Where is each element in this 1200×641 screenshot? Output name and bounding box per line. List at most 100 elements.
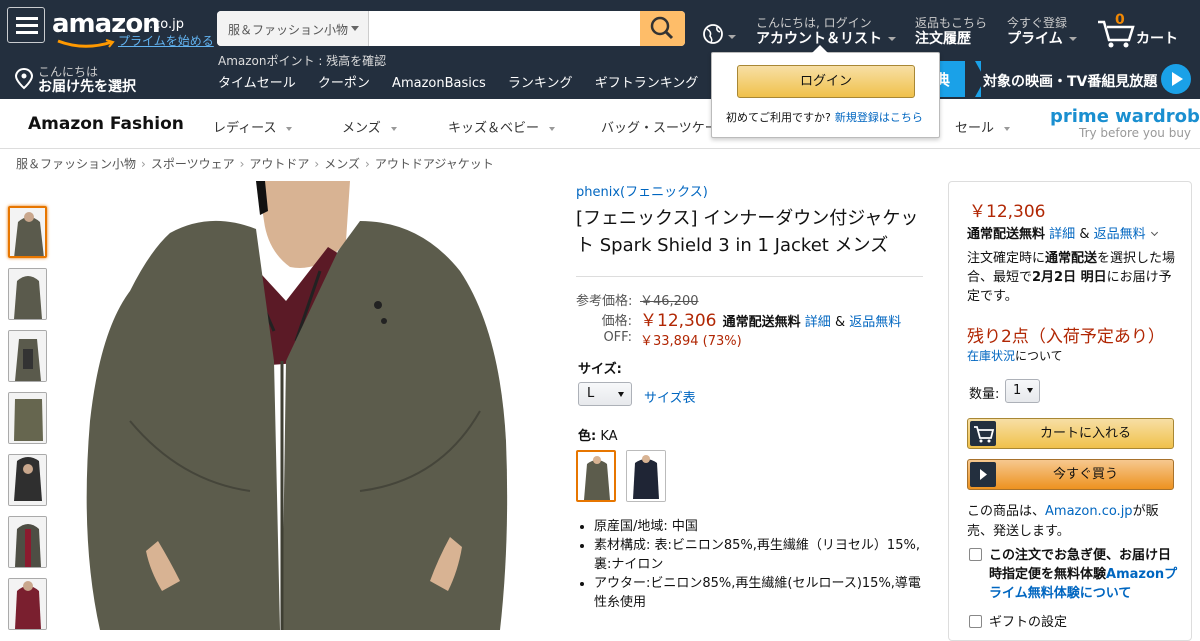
color-row: 色: KA bbox=[578, 425, 618, 444]
breadcrumb-item[interactable]: 服＆ファッション小物 bbox=[16, 157, 136, 171]
breadcrumb-item[interactable]: アウトドアジャケット bbox=[375, 157, 494, 171]
search-category-dropdown[interactable]: 服＆ファッション小物 bbox=[217, 11, 369, 46]
search-input[interactable] bbox=[370, 11, 640, 46]
top-header: amazon .co.jp プライムを始める 服＆ファッション小物 こんにちは, bbox=[0, 0, 1200, 56]
prime-trial-checkbox[interactable] bbox=[969, 548, 982, 561]
color-swatch-khaki[interactable] bbox=[576, 450, 616, 502]
prime-menu[interactable]: プライム bbox=[1007, 28, 1077, 48]
cart-button[interactable]: 0 カート bbox=[1096, 12, 1196, 48]
nav-link-timesale[interactable]: タイムセール bbox=[218, 72, 296, 91]
add-to-cart-label: カートに入れる bbox=[1039, 426, 1131, 441]
add-to-cart-button[interactable]: カートに入れる bbox=[967, 418, 1174, 449]
nav-link-coupon[interactable]: クーポン bbox=[318, 72, 370, 91]
location-pin-icon bbox=[14, 68, 34, 90]
points-balance[interactable]: Amazonポイント : 残高を確認 bbox=[218, 52, 386, 69]
delivery-method: 通常配送 bbox=[1045, 251, 1098, 266]
gift-checkbox[interactable] bbox=[969, 615, 982, 628]
nav-link-ranking[interactable]: ランキング bbox=[508, 72, 573, 91]
ref-price-label: 参考価格: bbox=[576, 294, 633, 309]
fashion-nav-label: メンズ bbox=[342, 121, 381, 136]
chevron-down-icon[interactable] bbox=[1150, 228, 1158, 237]
jacket-thumbnail-image bbox=[9, 269, 46, 319]
cart-icon bbox=[970, 421, 996, 446]
logo-smile-icon bbox=[57, 39, 115, 48]
jacket-swatch-image bbox=[578, 452, 614, 500]
fashion-nav-kids[interactable]: キッズ＆ベビー bbox=[448, 117, 556, 136]
seller-link[interactable]: Amazon.co.jp bbox=[1045, 504, 1133, 519]
chevron-right-icon: › bbox=[141, 157, 146, 171]
size-dropdown[interactable]: L bbox=[578, 382, 632, 406]
fashion-nav-label: レディース bbox=[213, 121, 277, 136]
fashion-nav-label: バッグ・スーツケー bbox=[601, 121, 718, 136]
buybox-amp: & bbox=[1079, 227, 1090, 242]
thumbnail-4[interactable] bbox=[8, 392, 47, 444]
login-flyout: ログイン 初めてご利用ですか? 新規登録はこちら bbox=[711, 45, 940, 138]
nav-link-gift-ranking[interactable]: ギフトランキング bbox=[595, 72, 699, 91]
color-value: KA bbox=[600, 429, 618, 444]
size-chart-link[interactable]: サイズ表 bbox=[644, 387, 696, 406]
brand-link[interactable]: phenix(フェニックス) bbox=[576, 181, 926, 200]
fashion-nav: Amazon Fashion レディース メンズ キッズ＆ベビー バッグ・スーツ… bbox=[0, 99, 1200, 149]
jacket-thumbnail-image bbox=[9, 393, 46, 443]
amazon-logo[interactable]: amazon .co.jp プライムを始める bbox=[52, 9, 214, 49]
color-swatch-navy[interactable] bbox=[626, 450, 666, 502]
thumbnail-1[interactable] bbox=[8, 206, 47, 258]
jacket-thumbnail-image bbox=[9, 455, 46, 505]
buybox-shipping-free: 通常配送無料 bbox=[967, 227, 1046, 242]
nav-link-amazonbasics[interactable]: AmazonBasics bbox=[392, 76, 486, 91]
delivery-date: 2月2日 明日 bbox=[1032, 270, 1107, 285]
chevron-down-icon bbox=[888, 37, 896, 41]
cart-label: カート bbox=[1136, 31, 1178, 47]
orders-link[interactable]: 注文履歴 bbox=[915, 28, 971, 48]
register-link[interactable]: 新規登録はこちら bbox=[835, 111, 923, 124]
details-link[interactable]: 詳細 bbox=[805, 315, 831, 330]
thumbnail-7[interactable] bbox=[8, 578, 47, 630]
quantity-label: 数量: bbox=[969, 387, 1000, 402]
fashion-title[interactable]: Amazon Fashion bbox=[28, 114, 184, 134]
login-button[interactable]: ログイン bbox=[737, 65, 915, 98]
quantity-dropdown[interactable]: 1 bbox=[1005, 379, 1040, 403]
price: ￥12,306 bbox=[640, 311, 717, 331]
thumbnail-6[interactable] bbox=[8, 516, 47, 568]
deliver-to[interactable]: こんにちは お届け先を選択 bbox=[14, 63, 194, 95]
chevron-down-icon bbox=[1068, 37, 1077, 41]
feature-bullet: 素材構成: 表:ビニロン85%,再生繊維（リヨセル）15%, 裏:ナイロン bbox=[594, 536, 924, 574]
thumbnail-3[interactable] bbox=[8, 330, 47, 382]
search-button[interactable] bbox=[640, 11, 685, 46]
fashion-nav-bags[interactable]: バッグ・スーツケー bbox=[601, 117, 718, 136]
deliver-line2: お届け先を選択 bbox=[38, 79, 136, 95]
fashion-nav-sale[interactable]: セール bbox=[955, 117, 1011, 136]
stock-info-suffix: について bbox=[1015, 349, 1063, 363]
menu-icon[interactable] bbox=[7, 7, 45, 43]
play-icon bbox=[970, 462, 996, 487]
buy-now-button[interactable]: 今すぐ買う bbox=[967, 459, 1174, 490]
search-icon bbox=[650, 16, 674, 40]
buy-box: ￥12,306 通常配送無料 詳細 & 返品無料 注文確定時に通常配送を選択した… bbox=[948, 181, 1192, 641]
chevron-down-icon bbox=[390, 126, 397, 131]
jacket-thumbnail-image bbox=[9, 331, 46, 381]
returns-link[interactable]: 返品無料 bbox=[849, 315, 901, 330]
fashion-nav-label: セール bbox=[955, 121, 995, 136]
color-label: 色: bbox=[578, 429, 597, 444]
language-selector[interactable] bbox=[702, 22, 742, 48]
gift-label: ギフトの設定 bbox=[989, 615, 1068, 630]
price-row: ￥12,306 通常配送無料 詳細 & 返品無料 bbox=[640, 306, 901, 331]
breadcrumb-item[interactable]: アウトドア bbox=[249, 157, 309, 171]
buybox-delivery-info: 注文確定時に通常配送を選択した場合、最短で2月2日 明日にお届け予定です。 bbox=[967, 249, 1179, 306]
start-prime-link[interactable]: プライムを始める bbox=[118, 32, 214, 49]
divider bbox=[576, 276, 923, 277]
fashion-nav-ladies[interactable]: レディース bbox=[213, 117, 293, 136]
main-product-image[interactable] bbox=[60, 181, 540, 630]
buybox-details-link[interactable]: 詳細 bbox=[1049, 227, 1075, 242]
prime-video-banner[interactable]: 典 対象の映画・TV番組見放題 bbox=[925, 61, 1200, 97]
thumbnail-2[interactable] bbox=[8, 268, 47, 320]
size-value: L bbox=[587, 386, 595, 401]
buybox-returns-link[interactable]: 返品無料 bbox=[1094, 227, 1146, 242]
fashion-nav-mens[interactable]: メンズ bbox=[342, 117, 397, 136]
breadcrumb-item[interactable]: スポーツウェア bbox=[151, 157, 235, 171]
stock-status-link[interactable]: 在庫状況 bbox=[967, 349, 1015, 363]
breadcrumb-item[interactable]: メンズ bbox=[324, 157, 360, 171]
globe-icon bbox=[703, 24, 736, 44]
size-label: サイズ: bbox=[578, 362, 622, 377]
thumbnail-5[interactable] bbox=[8, 454, 47, 506]
